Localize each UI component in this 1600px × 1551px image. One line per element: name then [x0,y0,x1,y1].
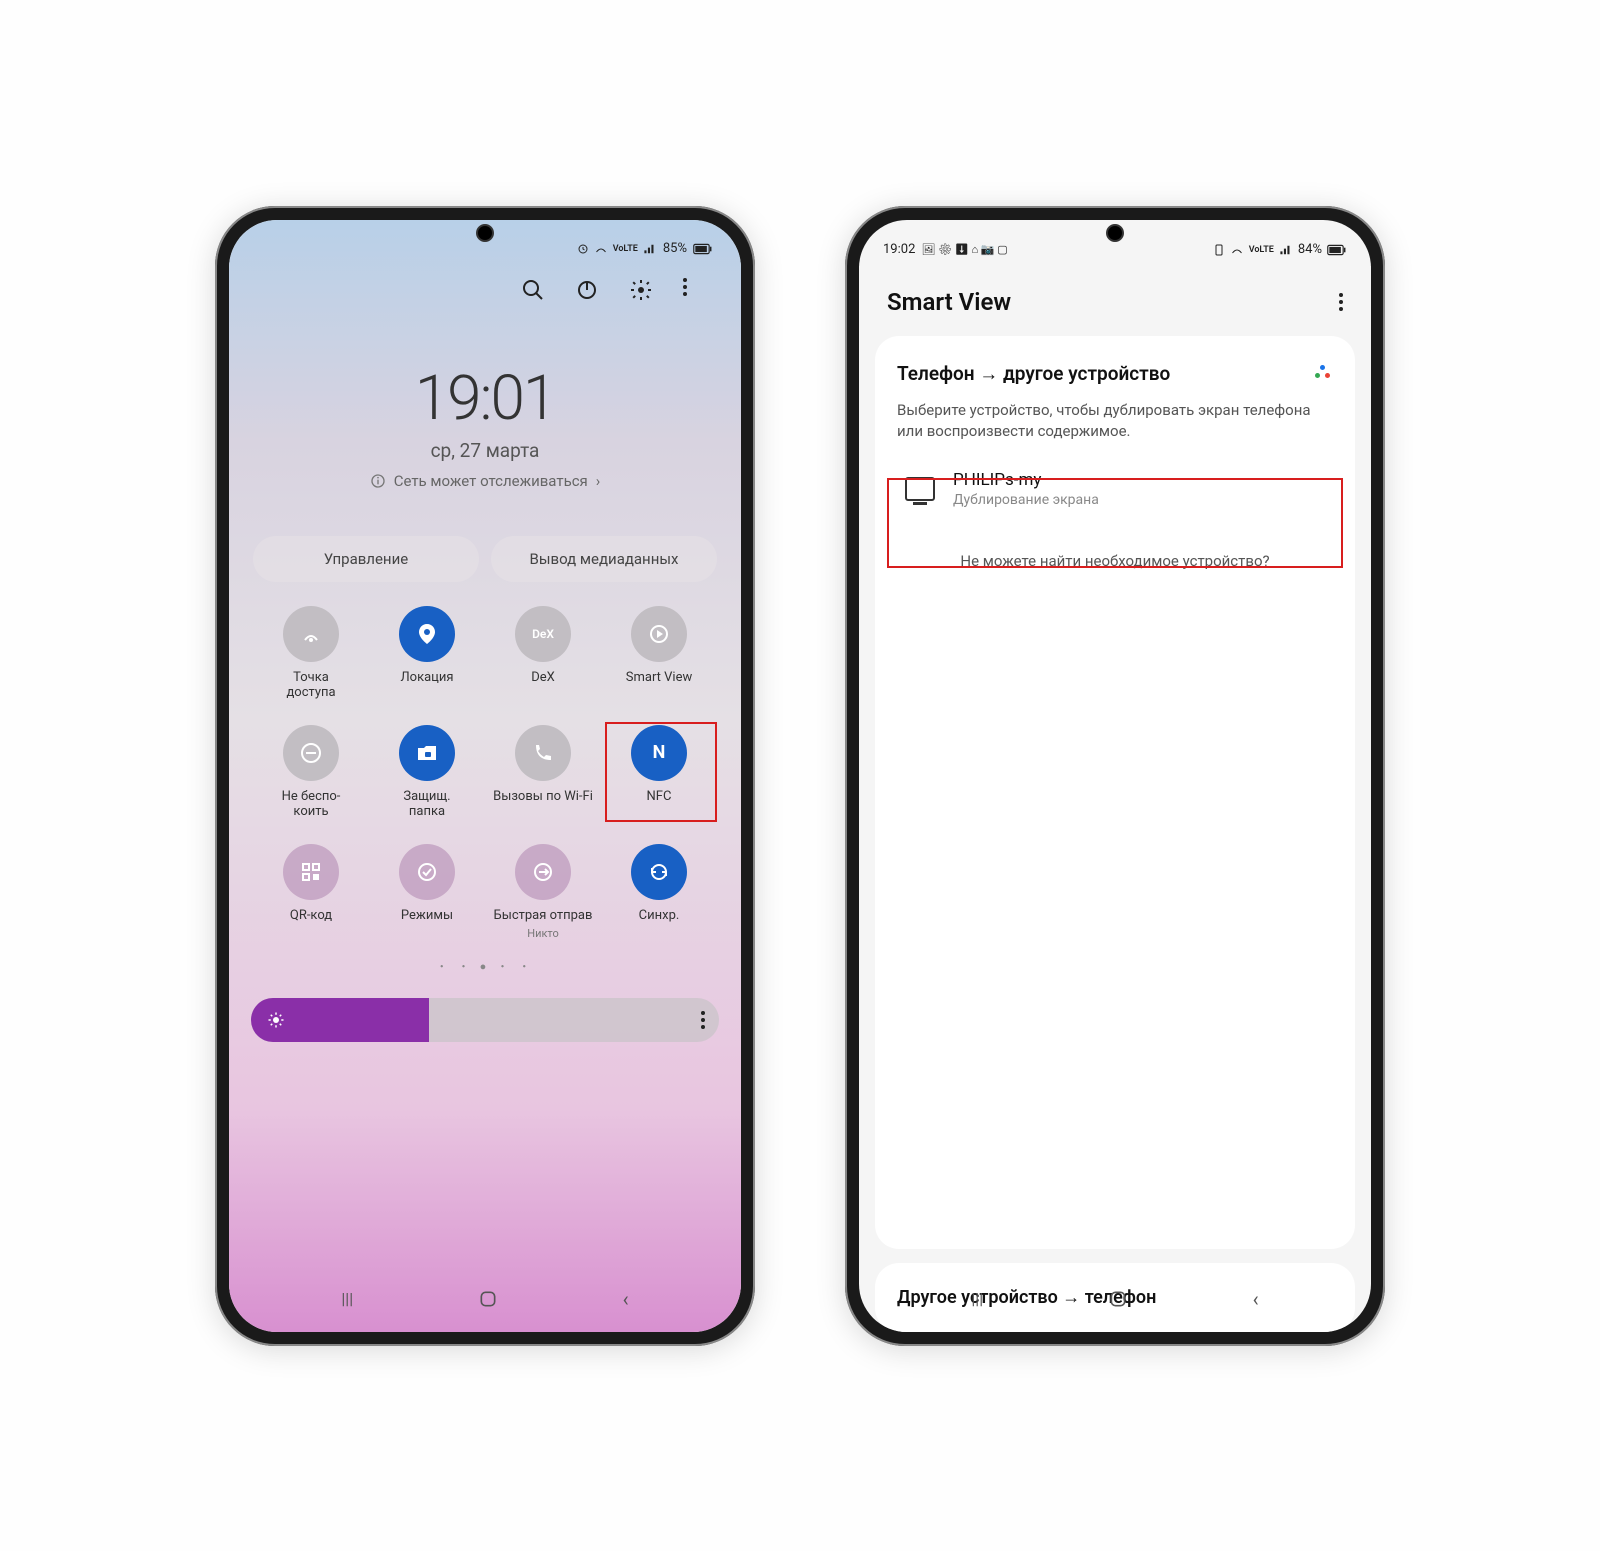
location-icon [399,606,455,662]
more-icon[interactable] [683,278,707,302]
cast-icon[interactable] [1315,365,1333,383]
tile-modes[interactable]: Режимы [369,844,485,941]
tile-qr[interactable]: QR-код [253,844,369,941]
sync-icon [631,844,687,900]
device-subtitle: Дублирование экрана [953,492,1099,508]
battery-icon [693,243,713,255]
quickshare-icon [515,844,571,900]
nav-back[interactable]: ‹ [1253,1287,1259,1311]
tab-management[interactable]: Управление [253,536,479,582]
secure-folder-icon [399,725,455,781]
search-icon[interactable] [521,278,545,302]
nav-recents[interactable]: ||| [971,1289,983,1308]
tile-nfc[interactable]: N NFC [601,725,717,820]
page-indicator: ・ ・ ● ・ ・ [229,958,741,974]
camera-hole [476,224,494,242]
device-row[interactable]: PHILIPs-my Дублирование экрана [897,452,1333,526]
wifi-calling-icon [515,725,571,781]
tile-location[interactable]: Локация [369,606,485,701]
tile-secure-folder[interactable]: Защищ. папка [369,725,485,820]
nav-recents[interactable]: ||| [341,1289,353,1308]
battery-percent: 85% [663,241,687,256]
smartview-icon [631,606,687,662]
clock-time: 19:01 [229,362,741,435]
tile-wifi-calling[interactable]: Вызовы по Wi-Fi [485,725,601,820]
section-phone-to-device: Телефон → другое устройство [897,362,1170,386]
dex-icon: DeX [515,606,571,662]
hotspot-icon [283,606,339,662]
help-link[interactable]: Не можете найти необходимое устройство? [897,552,1333,570]
tile-dnd[interactable]: Не беспо- коить [253,725,369,820]
brightness-slider[interactable] [251,998,719,1042]
tv-icon [905,477,935,501]
network-monitored-row[interactable]: Сеть может отслеживаться › [229,472,741,490]
smartview-card: Телефон → другое устройство Выберите уст… [875,336,1355,1249]
nav-home[interactable] [1108,1289,1128,1309]
dnd-icon [283,725,339,781]
info-icon [370,473,386,489]
more-icon[interactable] [1339,293,1343,311]
brightness-more-icon[interactable] [701,1011,705,1029]
phone-frame-right: 19:02 🖼 ⚙ ⬇ ⌂ 📷 ▢ VoLTE 84% Smart View [845,206,1385,1346]
clock-date: ср, 27 марта [229,439,741,462]
tile-smartview[interactable]: Smart View [601,606,717,701]
phone-frame-left: VoLTE 85% 19:01 ср, 27 марта Сеть может … [215,206,755,1346]
power-icon[interactable] [575,278,599,302]
nav-home[interactable] [478,1289,498,1309]
status-indicators: VoLTE [577,243,657,255]
page-title: Smart View [887,288,1011,316]
chevron-right-icon: › [596,472,601,490]
tile-quickshare[interactable]: Быстрая отправ Никто [485,844,601,941]
quick-tiles-grid: Точка доступа Локация DeX DeX Smart View… [229,582,741,941]
battery-percent: 84% [1298,242,1322,257]
tile-hotspot[interactable]: Точка доступа [253,606,369,701]
camera-hole [1106,224,1124,242]
gear-icon[interactable] [629,278,653,302]
tab-media-output[interactable]: Вывод медиаданных [491,536,717,582]
brightness-icon [267,1011,285,1029]
nav-back[interactable]: ‹ [623,1287,629,1311]
device-name: PHILIPs-my [953,470,1099,490]
clock-area: 19:01 ср, 27 марта Сеть может отслеживат… [229,362,741,490]
tile-dex[interactable]: DeX DeX [485,606,601,701]
tile-sync[interactable]: Синхр. [601,844,717,941]
modes-icon [399,844,455,900]
qr-icon [283,844,339,900]
nfc-icon: N [631,725,687,781]
section-description: Выберите устройство, чтобы дублировать э… [897,400,1333,442]
status-time: 19:02 [883,242,915,257]
